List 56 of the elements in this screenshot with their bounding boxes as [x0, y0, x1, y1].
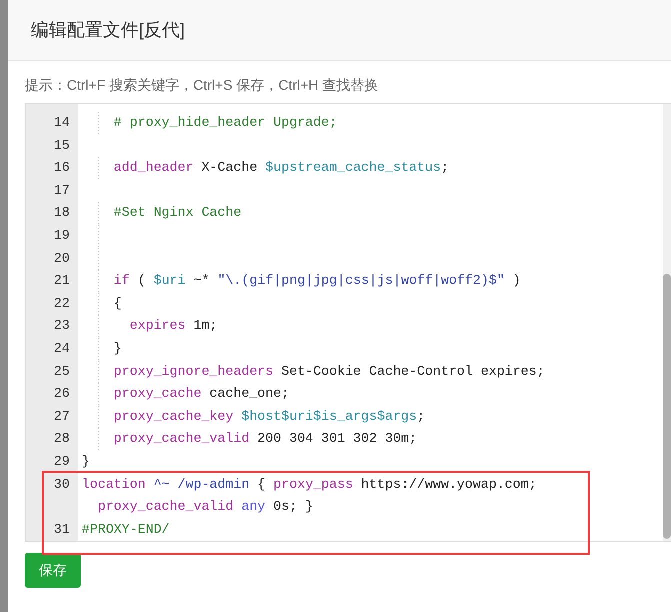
code-token: ;: [417, 408, 426, 424]
line-number: 31: [54, 522, 70, 537]
dialog-title: 编辑配置文件[反代]: [31, 18, 186, 42]
line-number: 20: [54, 250, 70, 266]
line-number: 29: [54, 454, 70, 469]
code-token: location: [82, 476, 146, 492]
line-number: 22: [54, 296, 70, 311]
code-token: $upstream_cache_status: [266, 160, 442, 176]
line-number: 17: [54, 182, 70, 198]
code-token: proxy_cache_valid: [96, 499, 234, 514]
code-token: Set-Cookie Cache-Control expires;: [280, 364, 545, 379]
code-token: any: [240, 499, 266, 514]
code-token: (: [136, 273, 147, 288]
code-token: {: [112, 296, 122, 311]
code-token: ^~ /wp-admin: [152, 476, 250, 492]
line-number: 19: [54, 228, 70, 243]
line-number: 26: [54, 386, 70, 402]
code-token: 1m;: [192, 318, 218, 334]
code-token: proxy_cache: [112, 386, 202, 402]
line-number: 18: [54, 205, 70, 220]
code-token: # proxy_hide_header Upgrade;: [112, 115, 338, 130]
hint-text: 提示：Ctrl+F 搜索关键字，Ctrl+S 保存，Ctrl+H 查找替换: [25, 76, 379, 95]
code-token: #Set Nginx Cache: [112, 205, 242, 220]
code-token: add_header: [112, 160, 194, 176]
line-number: 24: [54, 340, 70, 356]
code-token: }: [112, 340, 122, 356]
code-token: proxy_pass: [274, 476, 354, 492]
line-number: 23: [54, 318, 70, 334]
line-number: 16: [54, 160, 70, 176]
code-token: $uri: [154, 273, 186, 288]
code-token: cache_one;: [208, 386, 290, 402]
code-token: proxy_ignore_headers: [112, 364, 274, 379]
line-number: 21: [54, 273, 70, 288]
line-number: 25: [54, 364, 70, 379]
line-number: 28: [54, 431, 70, 446]
code-token: 0s; }: [272, 499, 314, 514]
save-button[interactable]: 保存: [25, 553, 81, 588]
code-token: ~*: [192, 273, 211, 288]
line-number: 14: [54, 115, 70, 130]
code-token: {: [256, 476, 267, 492]
code-token: expires: [128, 318, 186, 334]
code-token: $host$uri$is_args$args: [240, 408, 418, 424]
code-token: "\.(gif|png|jpg|css|js|woff|woff2)$": [218, 273, 505, 288]
code-token: if: [112, 273, 130, 288]
code-token: proxy_cache_valid: [112, 431, 250, 446]
line-number: 27: [54, 408, 70, 424]
code-token: ;: [441, 160, 450, 176]
code-token: https://www.yowap.com;: [360, 476, 537, 492]
code-token: 200 304 301 302 30m;: [256, 431, 418, 446]
code-token: ): [512, 273, 521, 288]
code-token: proxy_cache_key: [112, 408, 234, 424]
code-token: }: [82, 454, 90, 469]
code-token: X-Cache: [200, 160, 259, 176]
line-number: 30: [54, 476, 70, 492]
line-number: 15: [54, 138, 70, 153]
code-token: #PROXY-END/: [82, 522, 170, 537]
